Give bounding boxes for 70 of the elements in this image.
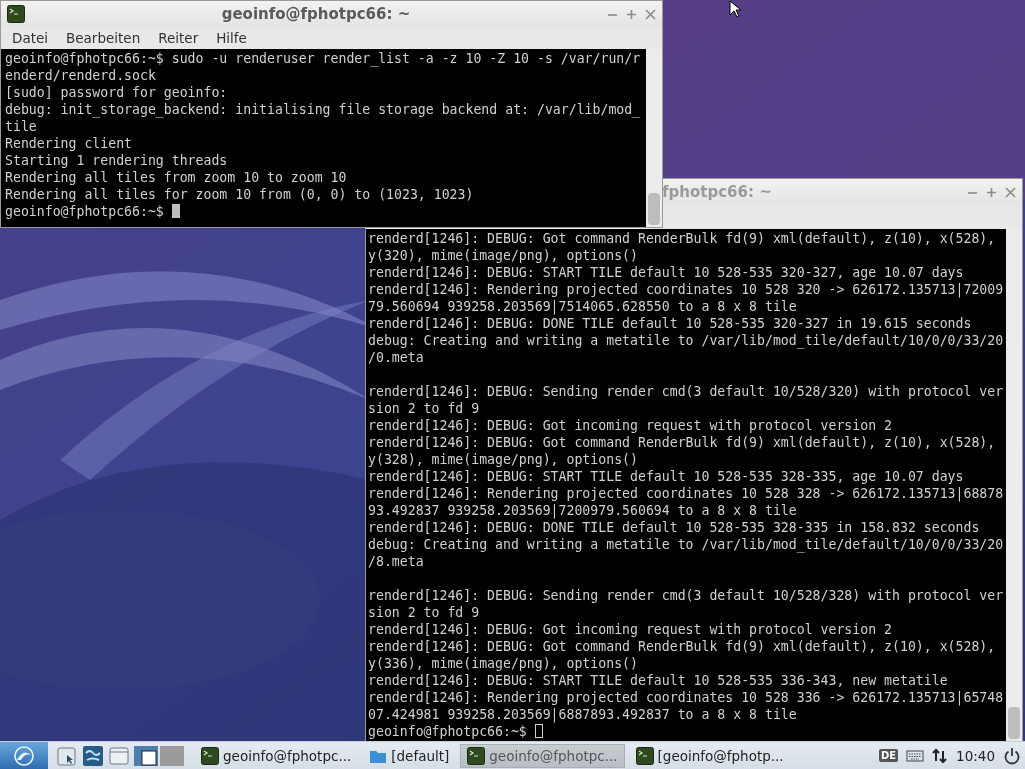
terminal-line: /8.meta [368, 553, 424, 570]
terminal-line: renderd[1246]: DEBUG: Got command RenderBulk fd(9) xml(default), z(10), x(528), [368, 638, 996, 655]
scrollbar-thumb[interactable] [648, 193, 660, 225]
terminal-line: renderd[1246]: DEBUG: START TILE default 10 528-535 328-335, age 10.07 days [368, 468, 964, 485]
terminal-line: renderd[1246]: DEBUG: DONE TILE default 10 528-535 320-327 in 19.615 seconds [368, 315, 972, 332]
terminal-line: geoinfo@fphotpc66:~$ sudo -u renderuser render_list -a -z 10 -Z 10 -s /var/run/r [5, 50, 641, 67]
terminal-line: y(320), mime(image/png), options() [368, 247, 638, 264]
terminal-line: renderd[1246]: DEBUG: START TILE default 10 528-535 336-343, new metatile [368, 672, 948, 689]
terminal-line: renderd[1246]: DEBUG: Got incoming request with protocol version 2 [368, 621, 892, 638]
mouse-pointer-icon [729, 0, 741, 18]
start-button[interactable] [0, 742, 48, 769]
terminal-line: sion 2 to fd 9 [368, 604, 480, 621]
terminal-line: Rendering all tiles from zoom 10 to zoom 10 [5, 169, 347, 186]
terminal-line: y(336), mime(image/png), options() [368, 655, 638, 672]
maximize-icon[interactable] [986, 186, 997, 198]
terminal-line: Starting 1 rendering threads [5, 152, 228, 169]
terminal-line: renderd[1246]: DEBUG: Sending render cmd(3 default 10/528/328) with protocol ver [368, 587, 1004, 604]
terminal-line: renderd[1246]: DEBUG: Sending render cmd(3 default 10/528/320) with protocol ver [368, 383, 1004, 400]
menu-item[interactable]: Bearbeiten [57, 28, 150, 48]
terminal-line: renderd[1246]: DEBUG: DONE TILE default 10 528-535 328-335 in 158.832 seconds [368, 519, 980, 536]
terminal-icon [635, 746, 654, 765]
network-icon[interactable] [932, 746, 949, 765]
terminal-line: renderd[1246]: DEBUG: Got command RenderBulk fd(9) xml(default), z(10), x(528), [368, 434, 996, 451]
keyboard-icon[interactable] [906, 748, 925, 763]
menu-item[interactable]: Reiter [149, 28, 208, 48]
taskbar-button[interactable]: [geoinfo@fphotp... [628, 743, 791, 768]
close-icon[interactable] [1005, 186, 1016, 198]
terminal-line: renderd[1246]: DEBUG: START TILE default 10 528-535 320-327, age 10.07 days [368, 264, 964, 281]
clock[interactable]: 10:40 [956, 747, 995, 764]
terminal-line: Rendering client [5, 135, 133, 152]
file-manager-icon[interactable] [56, 744, 78, 767]
terminal-line: debug: Creating and writing a metatile to /var/lib/mod_tile/default/10/0/0/33/20 [368, 332, 1004, 349]
maximize-icon[interactable] [626, 8, 637, 20]
terminal-line: sion 2 to fd 9 [368, 400, 480, 417]
taskbar-button[interactable]: [default] [362, 743, 457, 768]
terminal-line: geoinfo@fphotpc66:~$ [368, 723, 543, 740]
terminal-line: tile [5, 118, 37, 135]
terminal-line: /0.meta [368, 349, 424, 366]
menu-item[interactable]: Hilfe [207, 28, 256, 48]
terminal-line: [sudo] password for geoinfo: [5, 84, 228, 101]
close-icon[interactable] [645, 8, 656, 20]
terminal-line: 07.424981 939258.203569|6887893.492837 to a 8 x 8 tile [368, 706, 797, 723]
taskbar-button[interactable]: geoinfo@fphotpc... [460, 743, 625, 768]
terminal-icon [467, 746, 486, 765]
bird-logo-icon [13, 745, 35, 766]
terminal-icon [201, 746, 219, 765]
taskbar-button[interactable]: geoinfo@fphotpc... [194, 743, 359, 768]
workspace-switcher-icon[interactable] [134, 744, 184, 767]
terminal-line: 93.492837 939258.203569|7200979.560694 to a 8 x 8 tile [368, 502, 797, 519]
keyboard-layout-badge[interactable]: DE [878, 749, 899, 762]
terminal-line: renderd[1246]: DEBUG: Got command RenderBulk fd(9) xml(default), z(10), x(528), [368, 230, 996, 247]
menu-item[interactable]: Datei [3, 28, 58, 48]
terminal-line: 79.560694 939258.203569|7514065.628550 to a 8 x 8 tile [368, 298, 797, 315]
terminal-line: debug: Creating and writing a metatile to /var/lib/mod_tile/default/10/0/0/33/20 [368, 536, 1004, 553]
window-title: fphotpc66: ~ [662, 183, 772, 201]
scrollbar[interactable] [1006, 229, 1022, 741]
terminal-line: debug: init_storage_backend: initialising file storage backend at: /var/lib/mod_ [5, 101, 641, 118]
terminal-line: enderd/renderd.sock [5, 67, 156, 84]
terminal-icon [7, 5, 25, 23]
terminal-line: renderd[1246]: Rendering projected coordinates 10 528 328 -> 626172.135713|68878 [368, 485, 1004, 502]
terminal-line: renderd[1246]: Rendering projected coordinates 10 528 320 -> 626172.135713|72009 [368, 281, 1004, 298]
terminal-line: renderd[1246]: Rendering projected coordinates 10 528 336 -> 626172.135713|65748 [368, 689, 1004, 706]
scrollbar-thumb[interactable] [1008, 707, 1020, 739]
terminal-line: renderd[1246]: DEBUG: Got incoming request with protocol version 2 [368, 417, 892, 434]
window-title: geoinfo@fphotpc66: ~ [220, 5, 412, 23]
power-icon[interactable] [1003, 746, 1021, 765]
terminal-line: y(328), mime(image/png), options() [368, 451, 638, 468]
terminal-line: Rendering all tiles for zoom 10 from (0, 0) to (1023, 1023) [5, 186, 474, 203]
scrollbar[interactable] [646, 49, 662, 227]
terminal-line: geoinfo@fphotpc66:~$ [5, 203, 180, 220]
